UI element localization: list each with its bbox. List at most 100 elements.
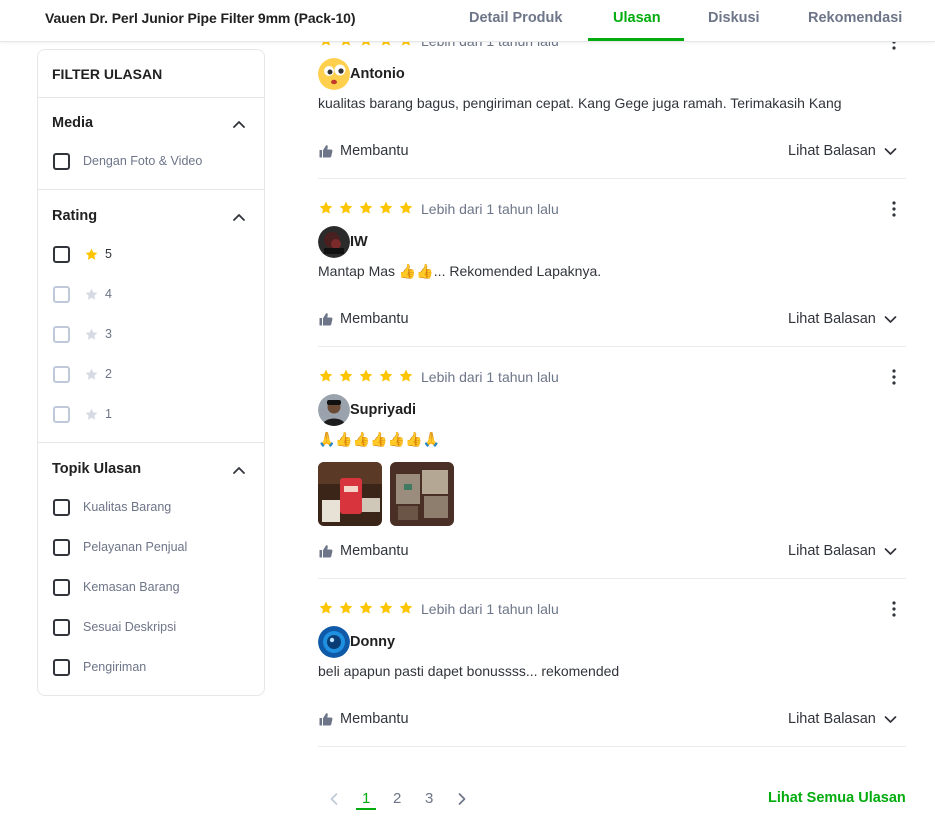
review-card: Lebih dari 1 tahun lalu Donny beli apapu… <box>318 600 906 740</box>
divider <box>318 346 906 347</box>
review-photo[interactable] <box>318 462 382 526</box>
review-card: Lebih dari 1 tahun lalu Antonio kualitas… <box>318 32 906 172</box>
chevron-up-icon[interactable] <box>232 210 246 224</box>
star-icon <box>359 601 373 614</box>
filter-option-rating-3[interactable]: 3 <box>53 323 112 345</box>
chevron-down-icon <box>884 147 897 155</box>
star-icon <box>399 601 413 614</box>
checkbox[interactable] <box>53 498 70 516</box>
current-page-indicator <box>356 808 376 810</box>
person-photo-avatar <box>318 394 350 426</box>
tab-ulasan[interactable]: Ulasan <box>613 10 661 26</box>
filter-option-sesuai-deskripsi[interactable]: Sesuai Deskripsi <box>53 616 176 638</box>
option-label: Kualitas Barang <box>83 500 172 514</box>
page-1-button[interactable]: 1 <box>362 790 370 807</box>
more-options-icon[interactable] <box>890 368 898 386</box>
chevron-down-icon <box>884 715 897 723</box>
chevron-up-icon[interactable] <box>232 463 246 477</box>
divider <box>318 178 906 179</box>
more-options-icon[interactable] <box>890 200 898 218</box>
dark-photo-avatar <box>318 226 350 258</box>
helpful-button[interactable]: Membantu <box>318 543 409 559</box>
star-icon <box>339 601 353 614</box>
view-replies-label: Lihat Balasan <box>788 711 876 727</box>
rating-stars <box>318 600 414 616</box>
review-time: Lebih dari 1 tahun lalu <box>421 369 559 385</box>
view-replies-button[interactable]: Lihat Balasan <box>788 711 897 727</box>
view-replies-button[interactable]: Lihat Balasan <box>788 143 897 159</box>
filter-option-kemasan-barang[interactable]: Kemasan Barang <box>53 576 180 598</box>
helpful-button[interactable]: Membantu <box>318 311 409 327</box>
review-filter-panel: FILTER ULASAN Media Dengan Foto & Video … <box>37 49 265 696</box>
reviewer[interactable]: Donny <box>318 626 395 658</box>
checkbox[interactable] <box>53 658 70 676</box>
view-replies-button[interactable]: Lihat Balasan <box>788 543 897 559</box>
thumbs-up-icon <box>319 545 333 558</box>
star-icon <box>379 369 393 382</box>
filter-option-pelayanan-penjual[interactable]: Pelayanan Penjual <box>53 536 187 558</box>
star-icon <box>85 248 98 260</box>
star-icon <box>85 328 98 340</box>
checkbox[interactable] <box>53 365 70 383</box>
checkbox[interactable] <box>53 405 70 423</box>
checkbox[interactable] <box>53 538 70 556</box>
filter-option-rating-5[interactable]: 5 <box>53 243 112 265</box>
divider <box>318 578 906 579</box>
filter-option-pengiriman[interactable]: Pengiriman <box>53 656 146 678</box>
star-icon <box>339 369 353 382</box>
helpful-button[interactable]: Membantu <box>318 711 409 727</box>
checkbox[interactable] <box>53 578 70 596</box>
option-label: 3 <box>105 327 112 341</box>
star-icon <box>359 369 373 382</box>
more-options-icon[interactable] <box>890 600 898 618</box>
star-icon <box>379 201 393 214</box>
filter-option-rating-2[interactable]: 2 <box>53 363 112 385</box>
page-3-button[interactable]: 3 <box>425 790 433 807</box>
helpful-button[interactable]: Membantu <box>318 143 409 159</box>
checkbox[interactable] <box>53 152 70 170</box>
helpful-label: Membantu <box>340 143 409 159</box>
checkbox[interactable] <box>53 618 70 636</box>
chevron-right-icon[interactable] <box>457 792 467 806</box>
blue-orb-avatar <box>318 626 350 658</box>
chevron-left-icon[interactable] <box>329 792 339 806</box>
checkbox[interactable] <box>53 325 70 343</box>
review-text: beli apapun pasti dapet bonussss... reko… <box>318 663 620 679</box>
filter-option-photo-video[interactable]: Dengan Foto & Video <box>53 150 202 172</box>
option-label: 2 <box>105 367 112 381</box>
review-photo[interactable] <box>390 462 454 526</box>
checkbox[interactable] <box>53 245 70 263</box>
review-photo-image <box>390 462 454 526</box>
tab-diskusi[interactable]: Diskusi <box>708 10 760 26</box>
filter-option-kualitas-barang[interactable]: Kualitas Barang <box>53 496 171 518</box>
star-icon <box>85 368 98 380</box>
tab-detail-produk[interactable]: Detail Produk <box>469 10 562 26</box>
chevron-up-icon[interactable] <box>232 117 246 131</box>
option-label: Dengan Foto & Video <box>83 154 203 168</box>
star-icon <box>379 601 393 614</box>
star-icon <box>319 201 333 214</box>
view-replies-button[interactable]: Lihat Balasan <box>788 311 897 327</box>
helpful-label: Membantu <box>340 543 409 559</box>
checkbox[interactable] <box>53 285 70 303</box>
reviewer-name: Antonio <box>350 66 405 82</box>
reviewer[interactable]: Supriyadi <box>318 394 416 426</box>
star-icon <box>399 369 413 382</box>
thumbs-up-icon <box>319 145 333 158</box>
star-icon <box>85 408 98 420</box>
see-all-reviews-link[interactable]: Lihat Semua Ulasan <box>768 790 906 806</box>
tab-rekomendasi[interactable]: Rekomendasi <box>808 10 902 26</box>
rating-heading: Rating <box>52 208 98 224</box>
review-card: Lebih dari 1 tahun lalu Supriyadi 🙏👍👍👍👍👍… <box>318 368 906 572</box>
review-time: Lebih dari 1 tahun lalu <box>421 601 559 617</box>
reviewer-name: Supriyadi <box>350 402 417 418</box>
page-2-button[interactable]: 2 <box>393 790 401 807</box>
divider <box>38 442 264 443</box>
reviewer[interactable]: IW <box>318 226 368 258</box>
reviewer[interactable]: Antonio <box>318 58 405 90</box>
thumbs-up-icon <box>319 313 333 326</box>
divider <box>38 189 264 190</box>
filter-option-rating-4[interactable]: 4 <box>53 283 112 305</box>
top-bar: Vauen Dr. Perl Junior Pipe Filter 9mm (P… <box>0 0 935 42</box>
filter-option-rating-1[interactable]: 1 <box>53 403 112 425</box>
